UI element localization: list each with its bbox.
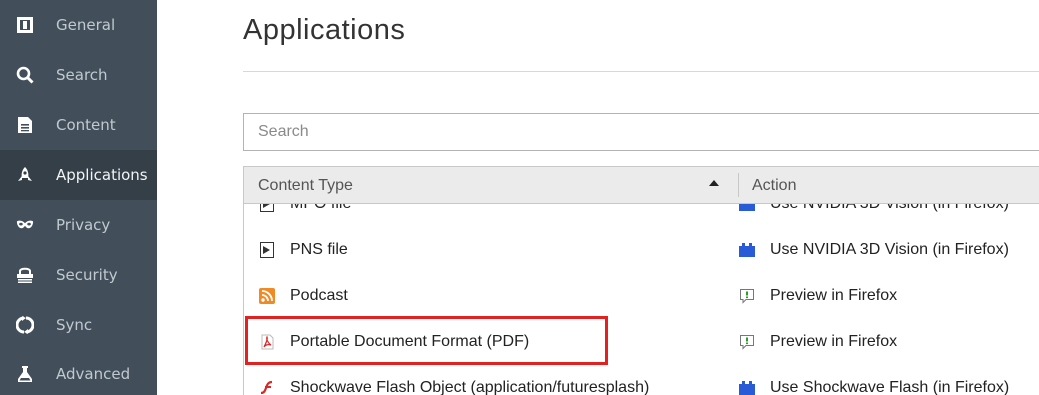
sidebar-item-label: Applications — [56, 166, 148, 184]
sort-ascending-icon[interactable] — [709, 180, 719, 186]
action-label[interactable]: Preview in Firefox — [770, 287, 897, 305]
page-title: Applications — [243, 14, 406, 46]
table-row[interactable]: Podcast Preview in Firefox — [244, 274, 1039, 320]
column-header-content-type[interactable]: Content Type — [258, 177, 353, 195]
sidebar-item-applications[interactable]: Applications — [0, 150, 157, 200]
content-icon — [16, 116, 34, 134]
sidebar-item-general[interactable]: General — [0, 0, 157, 50]
search-input[interactable] — [243, 113, 1039, 151]
preview-icon — [738, 287, 756, 305]
action-label[interactable]: Use NVIDIA 3D Vision (in Firefox) — [770, 204, 1009, 213]
file-icon — [258, 241, 276, 259]
sidebar-item-label: Privacy — [56, 216, 111, 234]
preview-icon — [738, 333, 756, 351]
sidebar-item-label: Sync — [56, 316, 93, 334]
action-label[interactable]: Use Shockwave Flash (in Firefox) — [770, 379, 1009, 395]
content-type-label: Portable Document Format (PDF) — [290, 333, 530, 350]
sidebar-item-search[interactable]: Search — [0, 50, 157, 100]
table-row[interactable]: Shockwave Flash Object (application/futu… — [244, 366, 1039, 395]
sidebar-item-advanced[interactable]: Advanced — [0, 349, 157, 395]
column-divider[interactable] — [738, 173, 739, 197]
sidebar-item-label: Content — [56, 116, 116, 134]
sidebar-item-privacy[interactable]: Privacy — [0, 200, 157, 250]
search-icon — [16, 66, 34, 84]
content-type-label: Podcast — [290, 287, 348, 304]
table-body[interactable]: MPO file Use NVIDIA 3D Vision (in Firefo… — [244, 204, 1039, 395]
advanced-icon — [16, 365, 34, 383]
column-header-action[interactable]: Action — [752, 177, 796, 195]
sidebar-item-content[interactable]: Content — [0, 100, 157, 150]
applications-table: Content Type Action MPO file Use NVIDIA … — [243, 166, 1039, 395]
general-icon — [16, 16, 34, 34]
action-label[interactable]: Use NVIDIA 3D Vision (in Firefox) — [770, 241, 1009, 259]
flash-icon — [258, 379, 276, 395]
sidebar-item-label: Advanced — [56, 365, 131, 383]
sidebar-item-sync[interactable]: Sync — [0, 300, 157, 350]
sync-icon — [16, 316, 34, 334]
plugin-icon — [738, 241, 756, 259]
applications-icon — [16, 166, 34, 184]
content-type-label: Shockwave Flash Object (application/futu… — [290, 379, 650, 395]
privacy-mask-icon — [16, 216, 34, 234]
table-row[interactable]: PNS file Use NVIDIA 3D Vision (in Firefo… — [244, 228, 1039, 274]
sidebar-item-security[interactable]: Security — [0, 250, 157, 300]
table-header: Content Type Action — [244, 167, 1039, 204]
pdf-icon — [258, 333, 276, 351]
rss-icon — [258, 287, 276, 305]
plugin-icon — [738, 379, 756, 395]
sidebar: General Search Content Applications Priv… — [0, 0, 157, 395]
content-type-label: PNS file — [290, 241, 348, 258]
title-divider — [243, 71, 1039, 72]
sidebar-item-label: General — [56, 16, 116, 34]
plugin-icon — [738, 204, 756, 213]
sidebar-item-label: Security — [56, 266, 118, 284]
action-label[interactable]: Preview in Firefox — [770, 333, 897, 351]
security-icon — [16, 266, 34, 284]
sidebar-item-label: Search — [56, 66, 108, 84]
table-row[interactable]: MPO file Use NVIDIA 3D Vision (in Firefo… — [244, 204, 1039, 228]
file-icon — [258, 204, 276, 213]
table-row[interactable]: Portable Document Format (PDF) Preview i… — [244, 320, 1039, 366]
content-type-label: MPO file — [290, 204, 351, 213]
